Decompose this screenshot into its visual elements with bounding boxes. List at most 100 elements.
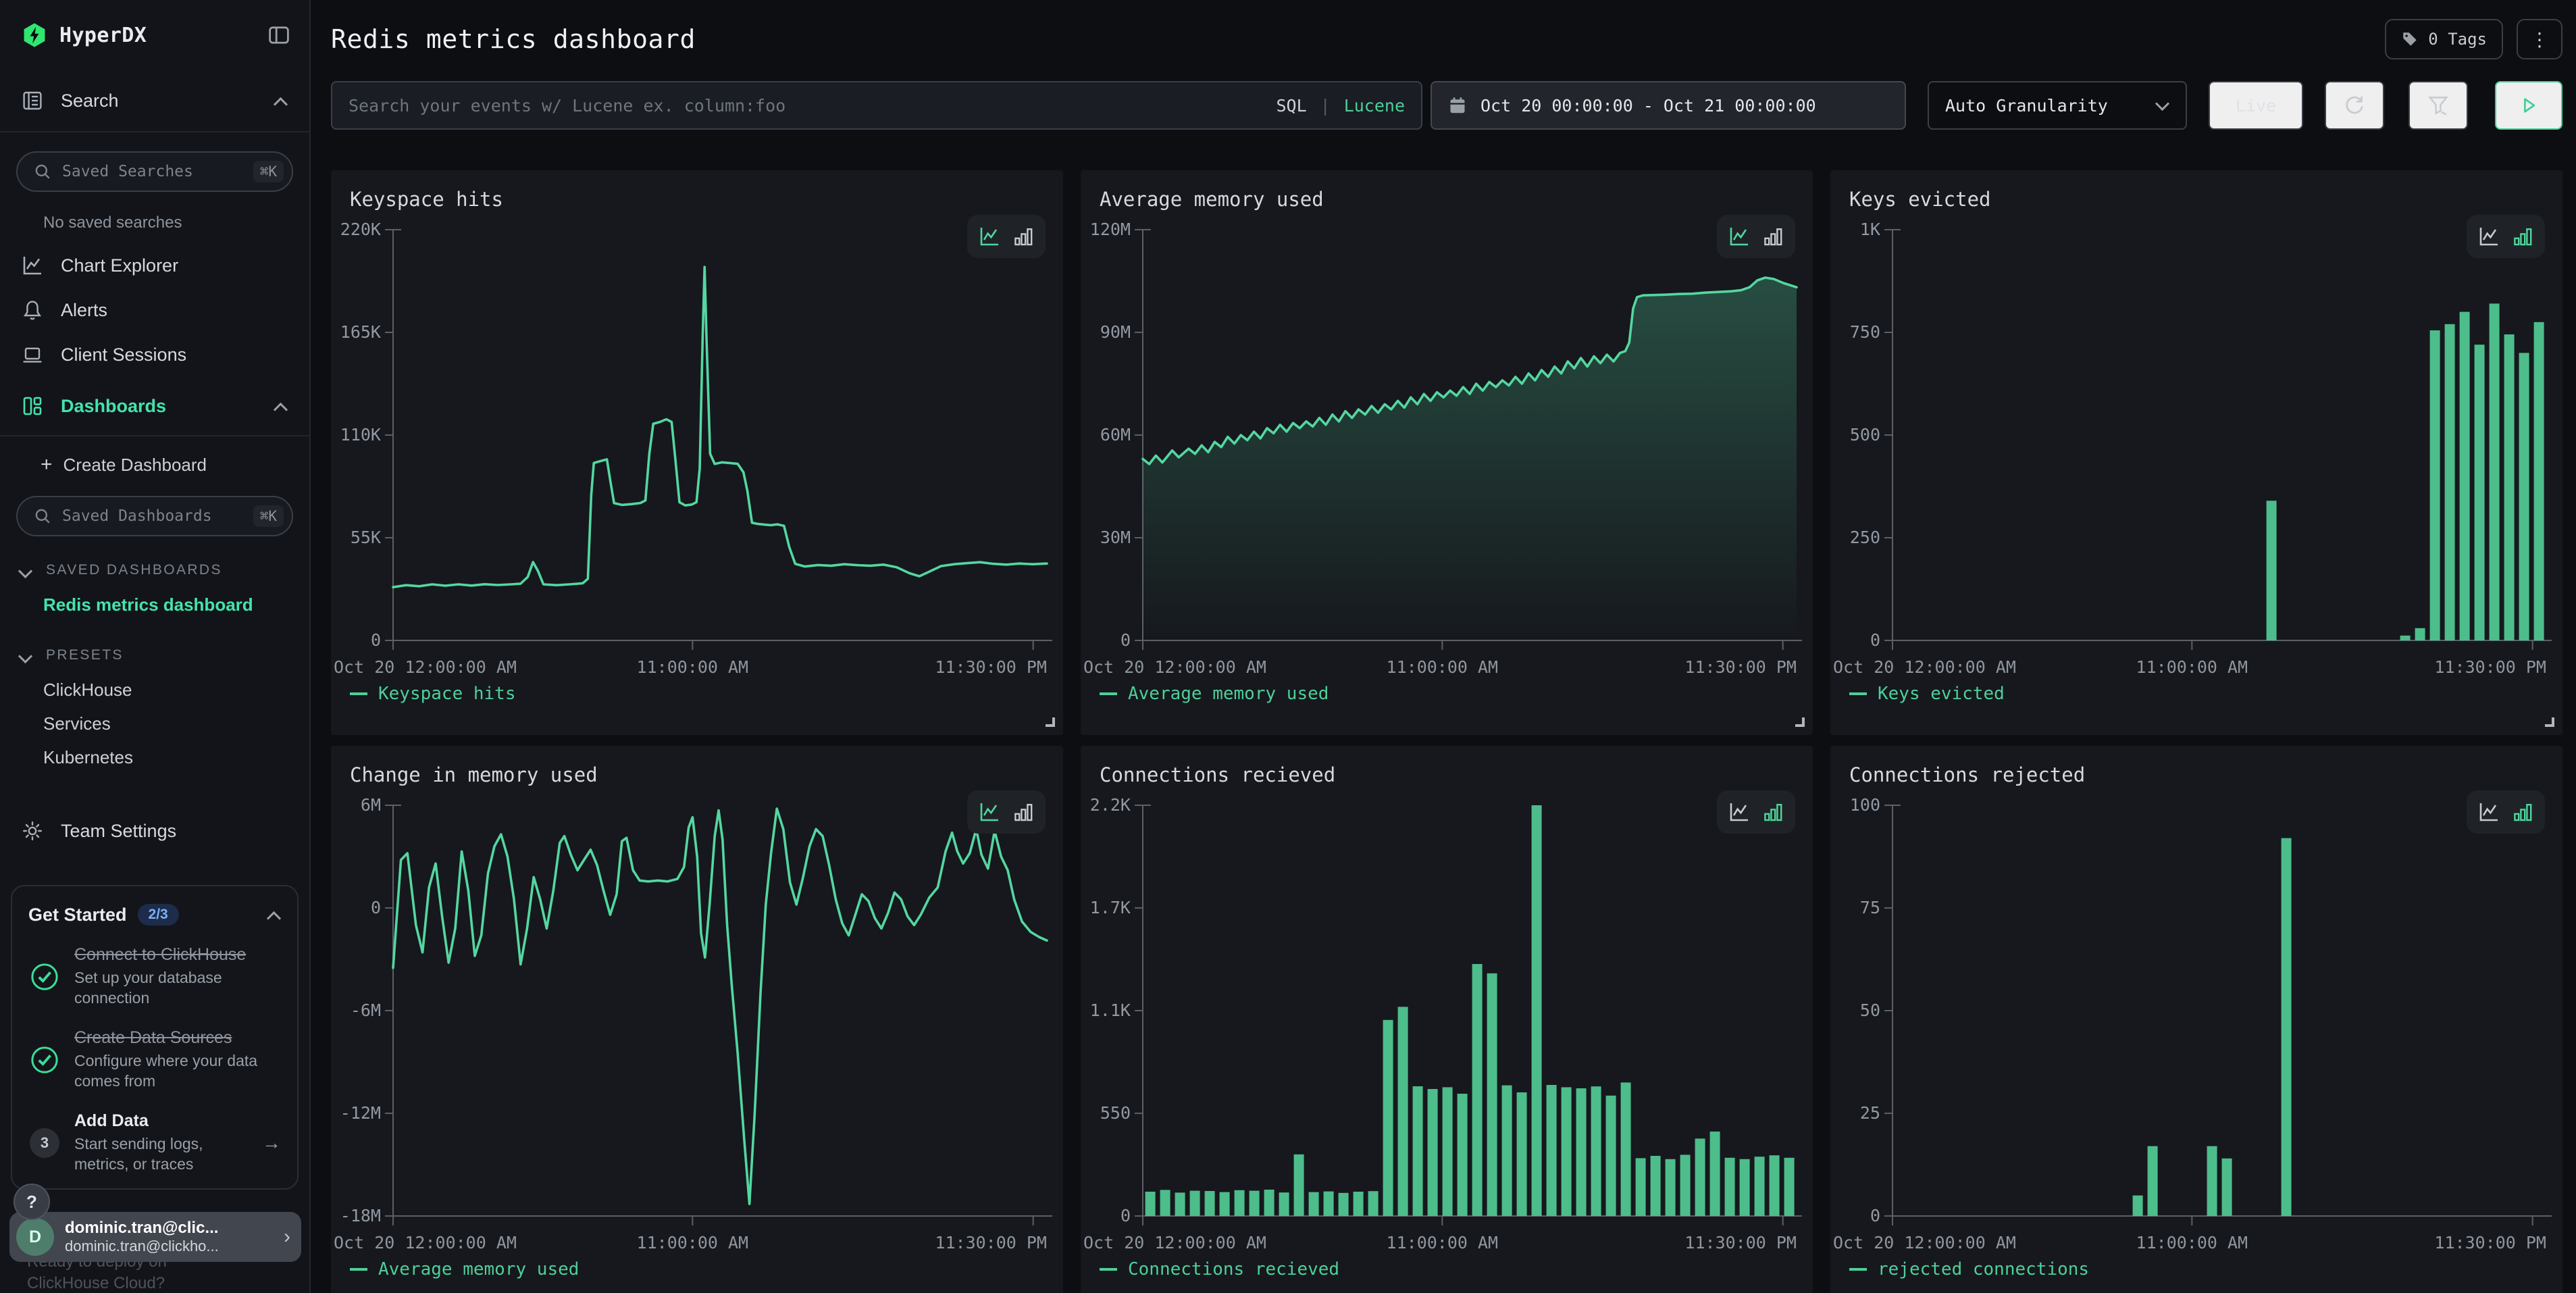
sidebar-item-redis-dashboard[interactable]: Redis metrics dashboard: [0, 588, 309, 622]
saved-dashboards-input[interactable]: Saved Dashboards ⌘K: [16, 496, 293, 536]
bar-chart-icon[interactable]: [1762, 226, 1784, 247]
bar-chart-icon[interactable]: [1762, 801, 1784, 823]
chart-plot[interactable]: 220K165K110K55K0Oct 20 12:00:00 AM11:00:…: [331, 170, 1063, 735]
resize-handle[interactable]: [2545, 717, 2554, 727]
search-input[interactable]: Search your events w/ Lucene ex. column:…: [331, 81, 1422, 130]
saved-dashboards-group-header[interactable]: SAVED DASHBOARDS: [0, 553, 309, 588]
user-profile-button[interactable]: D dominic.tran@clic... dominic.tran@clic…: [9, 1212, 301, 1262]
shortcut-badge: ⌘K: [253, 505, 284, 527]
collapse-sidebar-icon[interactable]: [267, 24, 290, 47]
chevron-down-icon: [19, 563, 32, 577]
sql-toggle[interactable]: SQL: [1276, 96, 1306, 116]
line-chart-icon[interactable]: [1728, 801, 1750, 823]
magnifier-icon: [34, 507, 51, 525]
tags-button[interactable]: 0 Tags: [2385, 19, 2503, 59]
chart-plot[interactable]: 1007550250Oct 20 12:00:00 AM11:00:00 AM1…: [1830, 746, 2562, 1293]
chart-plot[interactable]: 120M90M60M30M0Oct 20 12:00:00 AM11:00:00…: [1081, 170, 1813, 735]
chart-legend: Average memory used: [350, 1259, 579, 1279]
chart-tile-connections-received: Connections recieved 2.2K1.7K1.1K5500Oct…: [1081, 746, 1813, 1293]
sidebar-item-chart-explorer[interactable]: Chart Explorer: [0, 243, 309, 288]
svg-text:0: 0: [1870, 1206, 1880, 1225]
svg-text:25: 25: [1860, 1103, 1880, 1123]
svg-text:11:30:00 PM: 11:30:00 PM: [1684, 657, 1797, 677]
toolbar: Search your events w/ Lucene ex. column:…: [331, 81, 2562, 130]
chart-tile-avg-memory: Average memory used 120M90M60M30M0Oct 20…: [1081, 170, 1813, 735]
search-section-icon: [22, 90, 43, 111]
search-placeholder: Search your events w/ Lucene ex. column:…: [349, 96, 1262, 116]
run-query-button[interactable]: [2495, 81, 2562, 130]
resize-handle[interactable]: [1795, 717, 1805, 727]
get-started-step-add-data[interactable]: 3 Add Data Start sending logs, metrics, …: [28, 1111, 281, 1175]
chevron-up-icon[interactable]: [274, 399, 288, 413]
legend-swatch: [1100, 1268, 1117, 1271]
dashboard-menu-button[interactable]: ⋮: [2517, 19, 2562, 59]
create-dashboard-button[interactable]: + Create Dashboard: [0, 442, 309, 488]
legend-swatch: [1100, 692, 1117, 695]
get-started-step-connect[interactable]: Connect to ClickHouse Set up your databa…: [28, 944, 281, 1009]
chevron-down-icon: [2156, 96, 2169, 109]
presets-group-header[interactable]: PRESETS: [0, 638, 309, 673]
svg-text:Oct 20 12:00:00 AM: Oct 20 12:00:00 AM: [1083, 657, 1266, 677]
step-desc: Set up your database connection: [74, 968, 281, 1009]
team-settings-label: Team Settings: [61, 821, 176, 842]
resize-handle[interactable]: [1046, 717, 1055, 727]
step-title: Add Data: [74, 1111, 249, 1132]
svg-text:11:00:00 AM: 11:00:00 AM: [1387, 657, 1499, 677]
kebab-icon: ⋮: [2530, 28, 2549, 51]
svg-text:220K: 220K: [340, 220, 381, 239]
sidebar-item-services[interactable]: Services: [0, 707, 309, 740]
svg-text:11:30:00 PM: 11:30:00 PM: [2434, 1233, 2546, 1252]
preset-label: Services: [43, 713, 111, 734]
date-range-input[interactable]: Oct 20 00:00:00 - Oct 21 00:00:00: [1431, 81, 1906, 130]
brand-name: HyperDX: [59, 24, 147, 47]
sidebar-item-client-sessions[interactable]: Client Sessions: [0, 332, 309, 377]
granularity-value: Auto Granularity: [1945, 96, 2108, 116]
line-chart-icon[interactable]: [979, 226, 1000, 247]
chevron-up-icon[interactable]: [267, 908, 281, 921]
saved-searches-input[interactable]: Saved Searches ⌘K: [16, 151, 293, 192]
sidebar-item-alerts[interactable]: Alerts: [0, 288, 309, 332]
legend-label: Connections recieved: [1128, 1259, 1339, 1279]
svg-text:2.2K: 2.2K: [1090, 795, 1131, 815]
live-button[interactable]: Live: [2209, 81, 2303, 130]
legend-swatch: [1849, 1268, 1867, 1271]
lucene-toggle[interactable]: Lucene: [1344, 96, 1405, 116]
chart-type-toggle: [1717, 215, 1795, 258]
line-chart-icon[interactable]: [2478, 226, 2500, 247]
bar-chart-icon[interactable]: [1012, 801, 1034, 823]
line-chart-icon[interactable]: [979, 801, 1000, 823]
bar-chart-icon[interactable]: [2512, 226, 2533, 247]
svg-text:11:00:00 AM: 11:00:00 AM: [1387, 1233, 1499, 1252]
sidebar-item-clickhouse[interactable]: ClickHouse: [0, 673, 309, 707]
svg-text:55K: 55K: [351, 528, 381, 547]
dashboard-grid: Keyspace hits 220K165K110K55K0Oct 20 12:…: [331, 170, 2562, 1293]
chart-type-toggle: [2467, 215, 2545, 258]
bar-chart-icon[interactable]: [1012, 226, 1034, 247]
sidebar-item-kubernetes[interactable]: Kubernetes: [0, 740, 309, 774]
sidebar-item-team-settings[interactable]: Team Settings: [0, 807, 309, 855]
filter-button[interactable]: [2408, 81, 2468, 130]
step-desc: Configure where your data comes from: [74, 1051, 281, 1092]
get-started-step-sources[interactable]: Create Data Sources Configure where your…: [28, 1028, 281, 1092]
question-mark-icon: ?: [26, 1192, 37, 1213]
bar-chart-icon[interactable]: [2512, 801, 2533, 823]
svg-text:6M: 6M: [361, 795, 381, 815]
line-chart-icon[interactable]: [1728, 226, 1750, 247]
help-button[interactable]: ?: [14, 1184, 50, 1220]
chevron-up-icon[interactable]: [274, 94, 288, 107]
svg-text:-12M: -12M: [340, 1103, 381, 1123]
svg-text:90M: 90M: [1100, 322, 1131, 342]
legend-label: Keyspace hits: [378, 684, 516, 704]
granularity-select[interactable]: Auto Granularity: [1928, 81, 2187, 130]
line-chart-icon[interactable]: [2478, 801, 2500, 823]
chart-plot[interactable]: 1K7505002500Oct 20 12:00:00 AM11:00:00 A…: [1830, 170, 2562, 735]
sidebar-item-search[interactable]: Search: [0, 70, 309, 132]
chart-plot[interactable]: 6M0-6M-12M-18MOct 20 12:00:00 AM11:00:00…: [331, 746, 1063, 1293]
svg-text:30M: 30M: [1100, 528, 1131, 547]
svg-text:750: 750: [1850, 322, 1880, 342]
chart-plot[interactable]: 2.2K1.7K1.1K5500Oct 20 12:00:00 AM11:00:…: [1081, 746, 1813, 1293]
refresh-button[interactable]: [2325, 81, 2384, 130]
sidebar-item-dashboards[interactable]: Dashboards: [0, 377, 309, 436]
svg-text:Oct 20 12:00:00 AM: Oct 20 12:00:00 AM: [1833, 657, 2016, 677]
chart-type-toggle: [967, 215, 1046, 258]
